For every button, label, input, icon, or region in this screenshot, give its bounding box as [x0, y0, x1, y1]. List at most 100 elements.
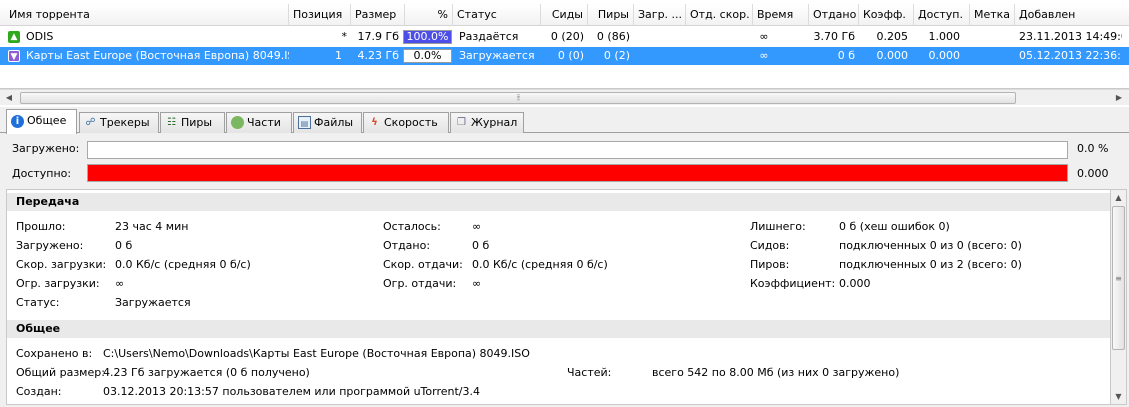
torrent-seeds: 0 (20): [550, 30, 584, 43]
scroll-up-icon[interactable]: ▲: [1111, 190, 1126, 205]
download-speed-label: Скор. загрузки:: [16, 258, 107, 271]
saved-to-label: Сохранено в:: [16, 347, 93, 360]
torrent-size: 4.23 Гб: [357, 49, 399, 62]
download-speed-value: 0.0 Кб/с (средняя 0 б/с): [115, 258, 251, 271]
remaining-value: ∞: [472, 220, 482, 233]
torrent-uploaded: 0 б: [837, 49, 855, 62]
column-header-available[interactable]: Доступ.: [914, 4, 970, 26]
torrent-row[interactable]: ▲ ODIS * 17.9 Гб 100.0% Раздаётся 0 (20)…: [0, 28, 1129, 46]
column-header-download-speed[interactable]: Загр. ...: [634, 4, 686, 26]
column-header-seeds[interactable]: Сиды: [541, 4, 588, 26]
elapsed-label: Прошло:: [16, 220, 66, 233]
scroll-grip-icon: ⦙⦙⦙: [516, 93, 521, 102]
tab-general[interactable]: i Общее: [6, 109, 77, 134]
info-icon: i: [11, 115, 24, 128]
elapsed-value: 23 час 4 мин: [115, 220, 189, 233]
section-header-transfer: Передача: [7, 193, 1111, 211]
network-icon: ☍: [85, 117, 96, 128]
section-header-general: Общее: [7, 320, 1111, 338]
torrent-peers: 0 (2): [603, 49, 630, 62]
column-header-status[interactable]: Статус: [453, 4, 541, 26]
tab-pieces[interactable]: Части: [226, 112, 292, 133]
seeds-label: Сидов:: [750, 239, 790, 252]
tab-trackers[interactable]: ☍ Трекеры: [79, 112, 159, 133]
tab-label: Пиры: [181, 116, 213, 129]
torrent-time: ∞: [759, 30, 769, 43]
upload-limit-label: Огр. отдачи:: [383, 277, 457, 290]
torrent-added: 05.12.2013 22:36:14: [1019, 49, 1122, 62]
column-header-added[interactable]: Добавлен: [1015, 4, 1129, 26]
peers-value: подключенных 0 из 2 (всего: 0): [839, 258, 1022, 271]
vertical-scroll-thumb[interactable]: ≡: [1112, 206, 1125, 350]
upload-limit-value: ∞: [472, 277, 482, 290]
column-header-name[interactable]: Имя торрента: [0, 4, 289, 26]
pieces-label: Частей:: [567, 366, 612, 379]
total-size-label: Общий размер:: [16, 366, 105, 379]
downloaded-value: 0.0 %: [1077, 142, 1109, 155]
torrent-uploaded: 3.70 Гб: [813, 30, 855, 43]
column-header-uploaded[interactable]: Отдано: [809, 4, 859, 26]
ratio-label: Коэффициент:: [750, 277, 836, 290]
horizontal-scrollbar[interactable]: ◀ ⦙⦙⦙ ▶: [0, 89, 1129, 105]
remaining-label: Осталось:: [383, 220, 441, 233]
column-header-upload-speed[interactable]: Отд. скор.: [686, 4, 753, 26]
downloaded-label: Загружено:: [12, 142, 80, 155]
horizontal-scroll-thumb[interactable]: ⦙⦙⦙: [20, 92, 1016, 104]
torrent-time: ∞: [759, 49, 769, 62]
column-header-percent[interactable]: %: [405, 4, 453, 26]
tab-label: Трекеры: [100, 116, 150, 129]
scroll-right-icon[interactable]: ▶: [1111, 91, 1127, 105]
scroll-left-icon[interactable]: ◀: [1, 91, 17, 105]
torrent-size: 17.9 Гб: [357, 30, 399, 43]
torrent-available: 0.000: [928, 49, 961, 62]
column-header-peers[interactable]: Пиры: [588, 4, 634, 26]
status-label: Статус:: [16, 296, 60, 309]
peers-label: Пиров:: [750, 258, 790, 271]
speed-icon: ϟ: [371, 117, 378, 128]
saved-to-value: C:\Users\Nemo\Downloads\Карты East Europ…: [103, 347, 530, 360]
tab-peers[interactable]: ☷ Пиры: [160, 112, 225, 133]
torrent-position: 1: [335, 49, 342, 62]
tab-label: Файлы: [314, 116, 354, 129]
available-label: Доступно:: [12, 167, 72, 180]
details-pane: Передача Прошло: 23 час 4 мин Загружено:…: [6, 189, 1111, 405]
torrent-list-header: Имя торрента Позиция Размер % Статус Сид…: [0, 4, 1129, 26]
torrent-added: 23.11.2013 14:49:03: [1019, 30, 1122, 43]
upload-speed-label: Скор. отдачи:: [383, 258, 463, 271]
torrent-progress-bar: 100.0%: [403, 30, 452, 44]
column-header-ratio[interactable]: Коэфф.: [859, 4, 914, 26]
detail-tabs: i Общее ☍ Трекеры ☷ Пиры Части ▤ Файлы ϟ…: [0, 107, 1129, 134]
column-header-time[interactable]: Время: [753, 4, 809, 26]
vertical-scrollbar[interactable]: ▲ ≡ ▼: [1110, 189, 1127, 405]
column-header-label[interactable]: Метка: [970, 4, 1015, 26]
upload-speed-value: 0.0 Кб/с (средняя 0 б/с): [472, 258, 608, 271]
torrent-progress-text: 100.0%: [406, 30, 449, 43]
tab-label: Скорость: [384, 116, 438, 129]
column-header-position[interactable]: Позиция: [289, 4, 351, 26]
tab-files[interactable]: ▤ Файлы: [293, 112, 362, 133]
torrent-progress-text: 0.0%: [413, 49, 442, 62]
created-value: 03.12.2013 20:13:57 пользователем или пр…: [103, 385, 481, 398]
downloaded-amount-value: 0 б: [115, 239, 133, 252]
available-value: 0.000: [1077, 167, 1109, 180]
torrent-row-selected[interactable]: ▼ Карты East Europe (Восточная Европа) 8…: [0, 47, 1129, 65]
torrent-name: Карты East Europe (Восточная Европа) 804…: [26, 49, 289, 62]
uploaded-label: Отдано:: [383, 239, 431, 252]
log-icon: ❐: [457, 117, 466, 128]
tab-speed[interactable]: ϟ Скорость: [363, 112, 449, 133]
torrent-name: ODIS: [26, 30, 54, 43]
downloaded-progress-bar: [87, 141, 1068, 159]
availability-bar: [87, 164, 1068, 182]
files-icon: ▤: [298, 116, 311, 129]
peers-icon: ☷: [167, 117, 176, 128]
download-limit-value: ∞: [115, 277, 125, 290]
pieces-icon: [231, 116, 244, 129]
scroll-down-icon[interactable]: ▼: [1111, 389, 1126, 404]
column-header-size[interactable]: Размер: [351, 4, 405, 26]
torrent-seeds: 0 (0): [557, 49, 584, 62]
torrent-status: Загружается: [459, 49, 535, 62]
tab-log[interactable]: ❐ Журнал: [450, 112, 524, 133]
torrent-peers: 0 (86): [596, 30, 630, 43]
downloading-arrow-down-icon: ▼: [8, 50, 20, 62]
torrent-progress-bar: 0.0%: [403, 49, 452, 63]
